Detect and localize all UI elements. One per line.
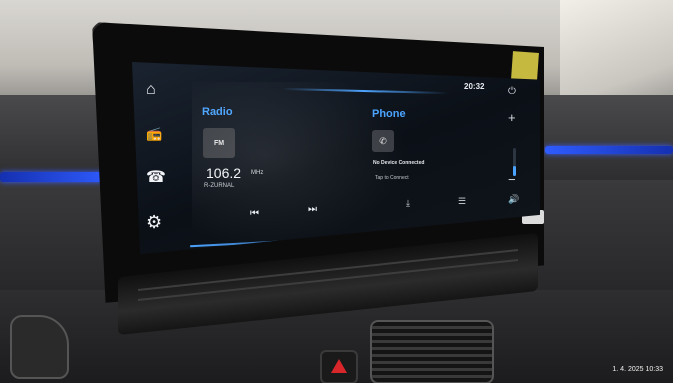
list-icon[interactable]: ☰: [458, 196, 466, 207]
phone-icon[interactable]: ☎: [146, 170, 166, 186]
previous-icon[interactable]: ⏮: [250, 208, 259, 219]
car-interior-scene: ⌂ 📻 ☎ ⚙ 20:32 Radio FM 106.2 MHz R-ZURNA…: [0, 0, 673, 383]
phone-card-title[interactable]: Phone: [372, 108, 406, 120]
radio-card-title[interactable]: Radio: [202, 106, 233, 118]
home-icon[interactable]: ⌂: [146, 82, 156, 98]
photo-timestamp: 1. 4. 2025 10:33: [612, 366, 663, 373]
clock: 20:32: [464, 82, 485, 91]
ambient-light-left: [0, 172, 110, 182]
gear-stalk: [10, 315, 69, 379]
speaker-icon[interactable]: 🔊: [508, 194, 519, 205]
phone-status: No Device Connected: [373, 160, 425, 166]
volume-up-icon[interactable]: +: [508, 110, 516, 125]
radio-icon[interactable]: 📻: [146, 126, 162, 142]
next-icon[interactable]: ⏭: [308, 204, 317, 215]
air-vent: [370, 320, 494, 383]
fm-band-tile[interactable]: FM: [203, 128, 235, 158]
sidebar: ⌂ 📻 ☎ ⚙: [132, 62, 180, 254]
tap-to-connect[interactable]: Tap to Connect: [375, 175, 409, 181]
frequency-unit: MHz: [251, 170, 264, 176]
station-name: R-ZURNAL: [204, 183, 235, 189]
hazard-icon: [331, 359, 347, 373]
power-icon[interactable]: ⏻: [508, 86, 516, 97]
protective-sticker: [511, 51, 539, 81]
phone-handset-icon: ✆: [379, 135, 387, 146]
frequency: 106.2: [206, 165, 242, 181]
ambient-light-right: [545, 146, 673, 154]
top-glow-line: [282, 87, 447, 95]
phone-tile[interactable]: ✆: [372, 130, 394, 152]
gear-icon[interactable]: ⚙: [146, 213, 162, 231]
volume-down-icon[interactable]: −: [508, 172, 516, 187]
download-icon[interactable]: ⤓: [406, 198, 410, 209]
hazard-button[interactable]: [320, 350, 358, 383]
band-label: FM: [213, 139, 225, 147]
